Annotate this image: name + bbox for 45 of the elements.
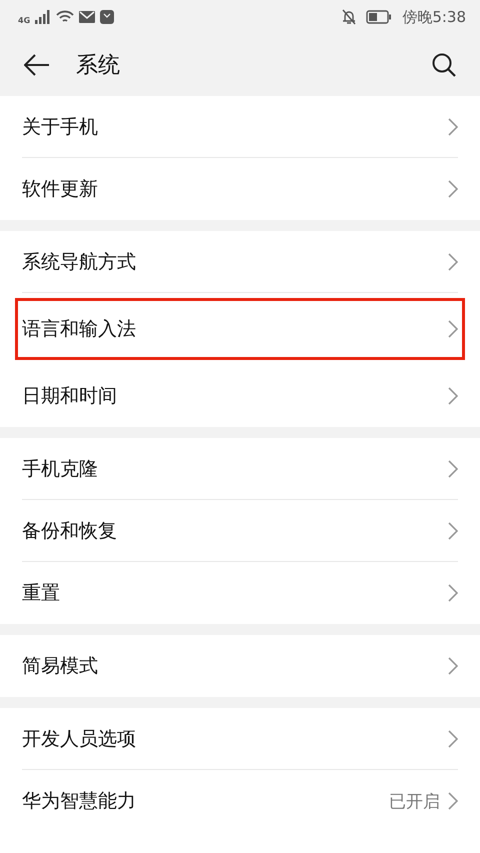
app-icon [100, 10, 114, 24]
search-icon[interactable] [432, 53, 456, 77]
chevron-icon [448, 460, 458, 478]
network-type: 4G [18, 16, 30, 24]
row-label: 开发人员选项 [22, 726, 136, 752]
settings-row[interactable]: 日期和时间 [22, 365, 458, 427]
settings-row[interactable]: 简易模式 [22, 635, 458, 697]
mail-icon [79, 11, 96, 23]
chevron-icon [448, 657, 458, 675]
settings-row[interactable]: 华为智慧能力 已开启 [22, 770, 458, 832]
chevron-icon [448, 252, 458, 270]
settings-row[interactable]: 系统导航方式 [22, 231, 458, 293]
row-label: 日期和时间 [22, 384, 117, 409]
chevron-icon [448, 730, 458, 748]
settings-row[interactable]: 重置 [22, 562, 458, 624]
row-label: 备份和恢复 [22, 518, 117, 544]
row-value: 已开启 [389, 790, 440, 812]
back-arrow-icon[interactable] [24, 54, 50, 76]
chevron-icon [448, 118, 458, 136]
settings-row[interactable]: 开发人员选项 [22, 708, 458, 770]
chevron-icon [448, 387, 458, 405]
settings-row[interactable]: 软件更新 [22, 158, 458, 220]
settings-row[interactable]: 备份和恢复 [22, 500, 458, 562]
clock-time: 傍晚5:38 [402, 8, 466, 26]
row-label: 重置 [22, 581, 60, 606]
page-title: 系统 [76, 52, 120, 80]
row-label: 系统导航方式 [22, 250, 136, 274]
row-label: 华为智慧能力 [22, 789, 136, 814]
chevron-icon [448, 584, 458, 602]
chevron-icon [448, 320, 458, 338]
bell-off-icon [342, 9, 356, 25]
wifi-icon [56, 10, 74, 24]
settings-row[interactable]: 关于手机 [22, 96, 458, 158]
row-label: 关于手机 [22, 114, 98, 140]
chevron-icon [448, 180, 458, 198]
highlighted-settings-row[interactable]: 语言和输入法 [10, 293, 470, 365]
row-label: 手机克隆 [22, 456, 98, 482]
battery-icon [366, 10, 392, 24]
chevron-icon [448, 792, 458, 810]
row-label: 软件更新 [22, 177, 98, 202]
chevron-icon [448, 522, 458, 540]
row-label: 语言和输入法 [22, 317, 136, 342]
row-label: 简易模式 [22, 654, 98, 679]
settings-row[interactable]: 手机克隆 [22, 438, 458, 500]
signal-icon [35, 10, 52, 24]
